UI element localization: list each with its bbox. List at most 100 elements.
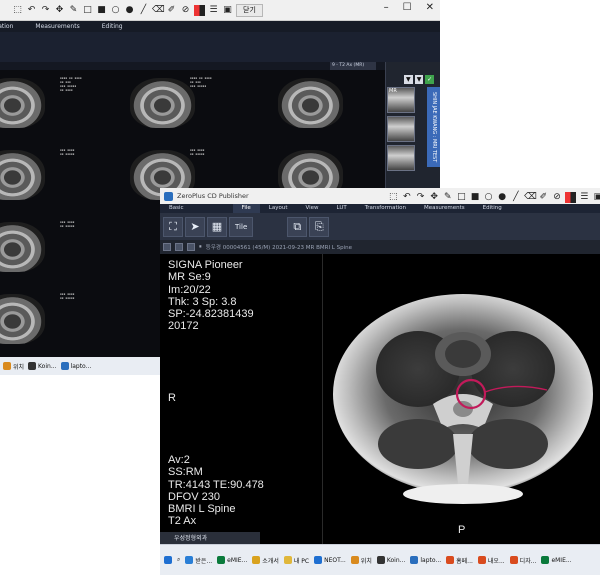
pause-icon[interactable]: ⏸ — [199, 244, 202, 251]
move-icon[interactable]: ✥ — [54, 5, 65, 16]
grid-image[interactable]: ▪▪▪ ▪▪▪▪ ▪▪ ▪▪▪▪▪ — [0, 216, 130, 286]
overlay-line: SP:-24.82381439 — [168, 308, 254, 321]
color-icon[interactable] — [565, 191, 576, 203]
line-width-icon[interactable]: ☰ — [579, 192, 590, 203]
overlay-line: TR:4143 TE:90.478 — [168, 478, 264, 491]
tab-measurements[interactable]: Measurements — [415, 204, 474, 213]
tab-basic[interactable]: Basic — [160, 204, 193, 213]
layout-grid-icon[interactable]: ▦ — [207, 216, 227, 237]
grid-view-icon[interactable] — [163, 243, 171, 251]
menu-item-information[interactable]: rmation — [0, 23, 13, 30]
menu-item-measurements[interactable]: Measurements — [35, 23, 79, 30]
grid-image[interactable]: ▪▪▪ ▪▪▪▪ ▪▪ ▪▪▪▪▪ — [0, 288, 130, 358]
tab-file[interactable]: File — [232, 204, 260, 213]
screenshot-icon[interactable]: ▣ — [222, 5, 233, 16]
series-thumbnail[interactable] — [387, 145, 415, 171]
select-cursor-icon[interactable]: ⬚ — [388, 192, 399, 203]
overlay-line: T2 Ax — [168, 515, 197, 528]
rectangle-fill-icon[interactable]: ■ — [96, 5, 107, 16]
taskbar-item[interactable]: 소개서 — [252, 556, 279, 565]
ellipse-fill-icon[interactable]: ● — [124, 5, 135, 16]
copy-icon[interactable]: ⧉ — [287, 216, 308, 237]
tab-view[interactable]: View — [296, 204, 327, 213]
taskbar-item[interactable]: NEOT... — [314, 556, 346, 564]
taskbar-item[interactable]: 위치 — [3, 362, 24, 371]
back-draw-toolbar: ⬚ ↶ ↷ ✥ ✎ □ ■ ○ ● ╱ ⌫ ✐ ⊘ ☰ ▣ 닫기 — [12, 3, 263, 18]
taskbar-item[interactable]: 받은... — [185, 556, 212, 565]
back-close-button[interactable]: 닫기 — [236, 4, 263, 17]
tab-lut[interactable]: LUT — [328, 204, 356, 213]
close-icon[interactable]: ✕ — [426, 2, 434, 13]
line-width-icon[interactable]: ☰ — [208, 5, 219, 16]
rectangle-fill-icon[interactable]: ■ — [470, 192, 481, 203]
taskbar-item[interactable]: Koin... — [376, 556, 405, 564]
taskbar-item[interactable]: 디자... — [509, 556, 536, 565]
clear-icon[interactable]: ⊘ — [552, 192, 563, 203]
pen-icon[interactable]: ✎ — [68, 5, 79, 16]
select-cursor-icon[interactable]: ⬚ — [12, 5, 23, 16]
taskbar-item[interactable]: 내오... — [477, 556, 505, 565]
highlighter-icon[interactable]: ✐ — [538, 192, 549, 203]
grid-image[interactable]: ▪▪▪▪ ▪▪ ▪▪▪▪ ▪▪ ▪▪▪ ▪▪▪ ▪▪▪▪▪ ▪▪ ▪▪▪▪ — [0, 72, 130, 142]
menu-item-editing[interactable]: Editing — [102, 23, 123, 30]
rectangle-outline-icon[interactable]: □ — [456, 192, 467, 203]
taskbar-item[interactable]: 위치 — [350, 556, 372, 565]
move-icon[interactable]: ✥ — [429, 192, 440, 203]
taskbar: ⌕ 받은... eMIE... 소개서 내 PC NEOT... 위치 Koin… — [160, 544, 600, 575]
screenshot-icon[interactable]: ▣ — [593, 192, 600, 203]
dropdown-icon[interactable]: ▼ — [404, 75, 413, 84]
taskbar-item[interactable]: eMIE... — [541, 556, 572, 564]
pointer-icon[interactable]: ➤ — [185, 216, 205, 237]
ellipse-fill-icon[interactable]: ● — [497, 192, 508, 203]
series-thumbnail[interactable] — [387, 116, 415, 142]
grid-image[interactable]: ▪▪▪ ▪▪▪▪ ▪▪ ▪▪▪▪▪ — [0, 144, 130, 214]
tab-editing[interactable]: Editing — [474, 204, 511, 213]
eraser-icon[interactable]: ⌫ — [152, 5, 165, 16]
pen-icon[interactable]: ✎ — [442, 192, 453, 203]
tab-layout[interactable]: Layout — [260, 204, 297, 213]
export-icon[interactable]: ⎘ — [309, 216, 330, 237]
series-thumbnail[interactable]: MR — [387, 87, 415, 113]
color-icon[interactable] — [194, 5, 205, 16]
taskbar-item[interactable]: 내 PC — [283, 556, 309, 565]
rectangle-outline-icon[interactable]: □ — [82, 5, 93, 16]
minimize-icon[interactable]: – — [384, 2, 389, 13]
search-icon[interactable]: ⌕ — [177, 556, 180, 564]
taskbar-item[interactable]: eMIE... — [217, 556, 247, 564]
mri-axial-image[interactable]: P — [323, 254, 600, 544]
cd-publisher-window: ZeroPlus CD Publisher ⬚ ↶ ↷ ✥ ✎ □ ■ ○ ● … — [160, 188, 600, 575]
taskbar-item[interactable]: 홈페... — [446, 556, 473, 565]
pin-icon[interactable]: ✓ — [425, 75, 435, 84]
series-panel-toolbar: ▼ ▼ ✓ — [404, 75, 435, 85]
mri-scan-graphic — [323, 254, 600, 544]
ellipse-outline-icon[interactable]: ○ — [483, 192, 494, 203]
start-button[interactable] — [164, 556, 172, 564]
taskbar-item[interactable]: lapto... — [410, 556, 441, 564]
sort-icon[interactable]: ▼ — [414, 75, 424, 84]
redo-icon[interactable]: ↷ — [40, 5, 51, 16]
eraser-icon[interactable]: ⌫ — [524, 192, 537, 203]
tile-button[interactable]: Tile — [229, 216, 254, 237]
tab-transformation[interactable]: Transformation — [356, 204, 415, 213]
taskbar-item[interactable]: Koin... — [28, 362, 57, 370]
overlay-top-left: SIGNA Pioneer MR Se:9 Im:20/22 Thk: 3 Sp… — [168, 259, 254, 333]
line-icon[interactable]: ╱ — [510, 192, 521, 203]
list-view-icon[interactable] — [175, 243, 183, 251]
overlay-line: BMRI L Spine — [168, 503, 236, 516]
patient-icon[interactable]: ⛶ — [163, 216, 183, 237]
maximize-icon[interactable]: ☐ — [403, 2, 412, 13]
undo-icon[interactable]: ↶ — [402, 192, 413, 203]
overlay-bottom-left: Av:2 SS:RM TR:4143 TE:90.478 DFOV 230 BM… — [168, 454, 264, 528]
overlay-line: 20172 — [168, 320, 199, 333]
dropdown-icon[interactable] — [187, 243, 195, 251]
line-icon[interactable]: ╱ — [138, 5, 149, 16]
highlighter-icon[interactable]: ✐ — [166, 5, 177, 16]
grid-image[interactable]: ▪▪▪▪ ▪▪ ▪▪▪▪ ▪▪ ▪▪▪ ▪▪▪ ▪▪▪▪▪ — [130, 72, 260, 142]
undo-icon[interactable]: ↶ — [26, 5, 37, 16]
ellipse-outline-icon[interactable]: ○ — [110, 5, 121, 16]
redo-icon[interactable]: ↷ — [415, 192, 426, 203]
series-tab[interactable]: SHIN JAE KWANG : MRI TEST — [427, 87, 440, 167]
clear-icon[interactable]: ⊘ — [180, 5, 191, 16]
series-selector[interactable]: 9 - T2 Ax (MR) — [330, 62, 376, 70]
taskbar-item[interactable]: lapto... — [60, 362, 91, 370]
